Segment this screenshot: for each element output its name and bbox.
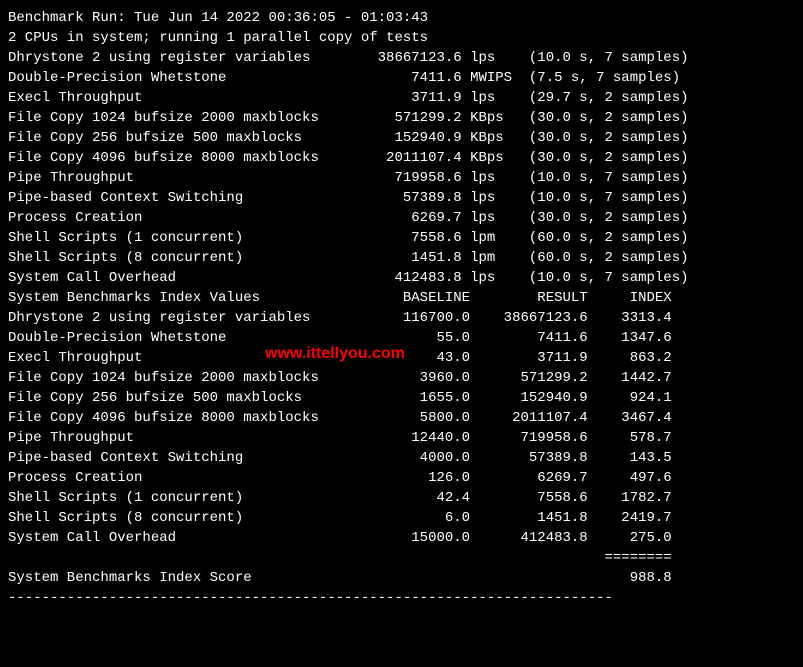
index-row: Execl Throughput 43.0 3711.9 863.2 (8, 348, 795, 368)
index-row: File Copy 1024 bufsize 2000 maxblocks 39… (8, 368, 795, 388)
result-row: Pipe Throughput 719958.6 lps (10.0 s, 7 … (8, 168, 795, 188)
index-row: System Call Overhead 15000.0 412483.8 27… (8, 528, 795, 548)
index-row: Pipe-based Context Switching 4000.0 5738… (8, 448, 795, 468)
index-row: Dhrystone 2 using register variables 116… (8, 308, 795, 328)
result-row: File Copy 1024 bufsize 2000 maxblocks 57… (8, 108, 795, 128)
index-row: File Copy 256 bufsize 500 maxblocks 1655… (8, 388, 795, 408)
index-header: System Benchmarks Index Values BASELINE … (8, 288, 795, 308)
result-row: Shell Scripts (1 concurrent) 7558.6 lpm … (8, 228, 795, 248)
divider-eq: ======== (8, 548, 795, 568)
result-row: File Copy 4096 bufsize 8000 maxblocks 20… (8, 148, 795, 168)
index-row: Shell Scripts (1 concurrent) 42.4 7558.6… (8, 488, 795, 508)
score-line: System Benchmarks Index Score 988.8 (8, 568, 795, 588)
result-row: File Copy 256 bufsize 500 maxblocks 1529… (8, 128, 795, 148)
result-row: Execl Throughput 3711.9 lps (29.7 s, 2 s… (8, 88, 795, 108)
index-row: Process Creation 126.0 6269.7 497.6 (8, 468, 795, 488)
result-row: Shell Scripts (8 concurrent) 1451.8 lpm … (8, 248, 795, 268)
index-row: Double-Precision Whetstone 55.0 7411.6 1… (8, 328, 795, 348)
divider-dash: ----------------------------------------… (8, 588, 795, 608)
result-row: Dhrystone 2 using register variables 386… (8, 48, 795, 68)
result-row: Pipe-based Context Switching 57389.8 lps… (8, 188, 795, 208)
result-row: System Call Overhead 412483.8 lps (10.0 … (8, 268, 795, 288)
result-row: Double-Precision Whetstone 7411.6 MWIPS … (8, 68, 795, 88)
index-row: Shell Scripts (8 concurrent) 6.0 1451.8 … (8, 508, 795, 528)
index-row: File Copy 4096 bufsize 8000 maxblocks 58… (8, 408, 795, 428)
result-row: Process Creation 6269.7 lps (30.0 s, 2 s… (8, 208, 795, 228)
terminal-output: Benchmark Run: Tue Jun 14 2022 00:36:05 … (8, 8, 795, 608)
cpu-line: 2 CPUs in system; running 1 parallel cop… (8, 28, 795, 48)
benchmark-run-line: Benchmark Run: Tue Jun 14 2022 00:36:05 … (8, 8, 795, 28)
index-row: Pipe Throughput 12440.0 719958.6 578.7 (8, 428, 795, 448)
